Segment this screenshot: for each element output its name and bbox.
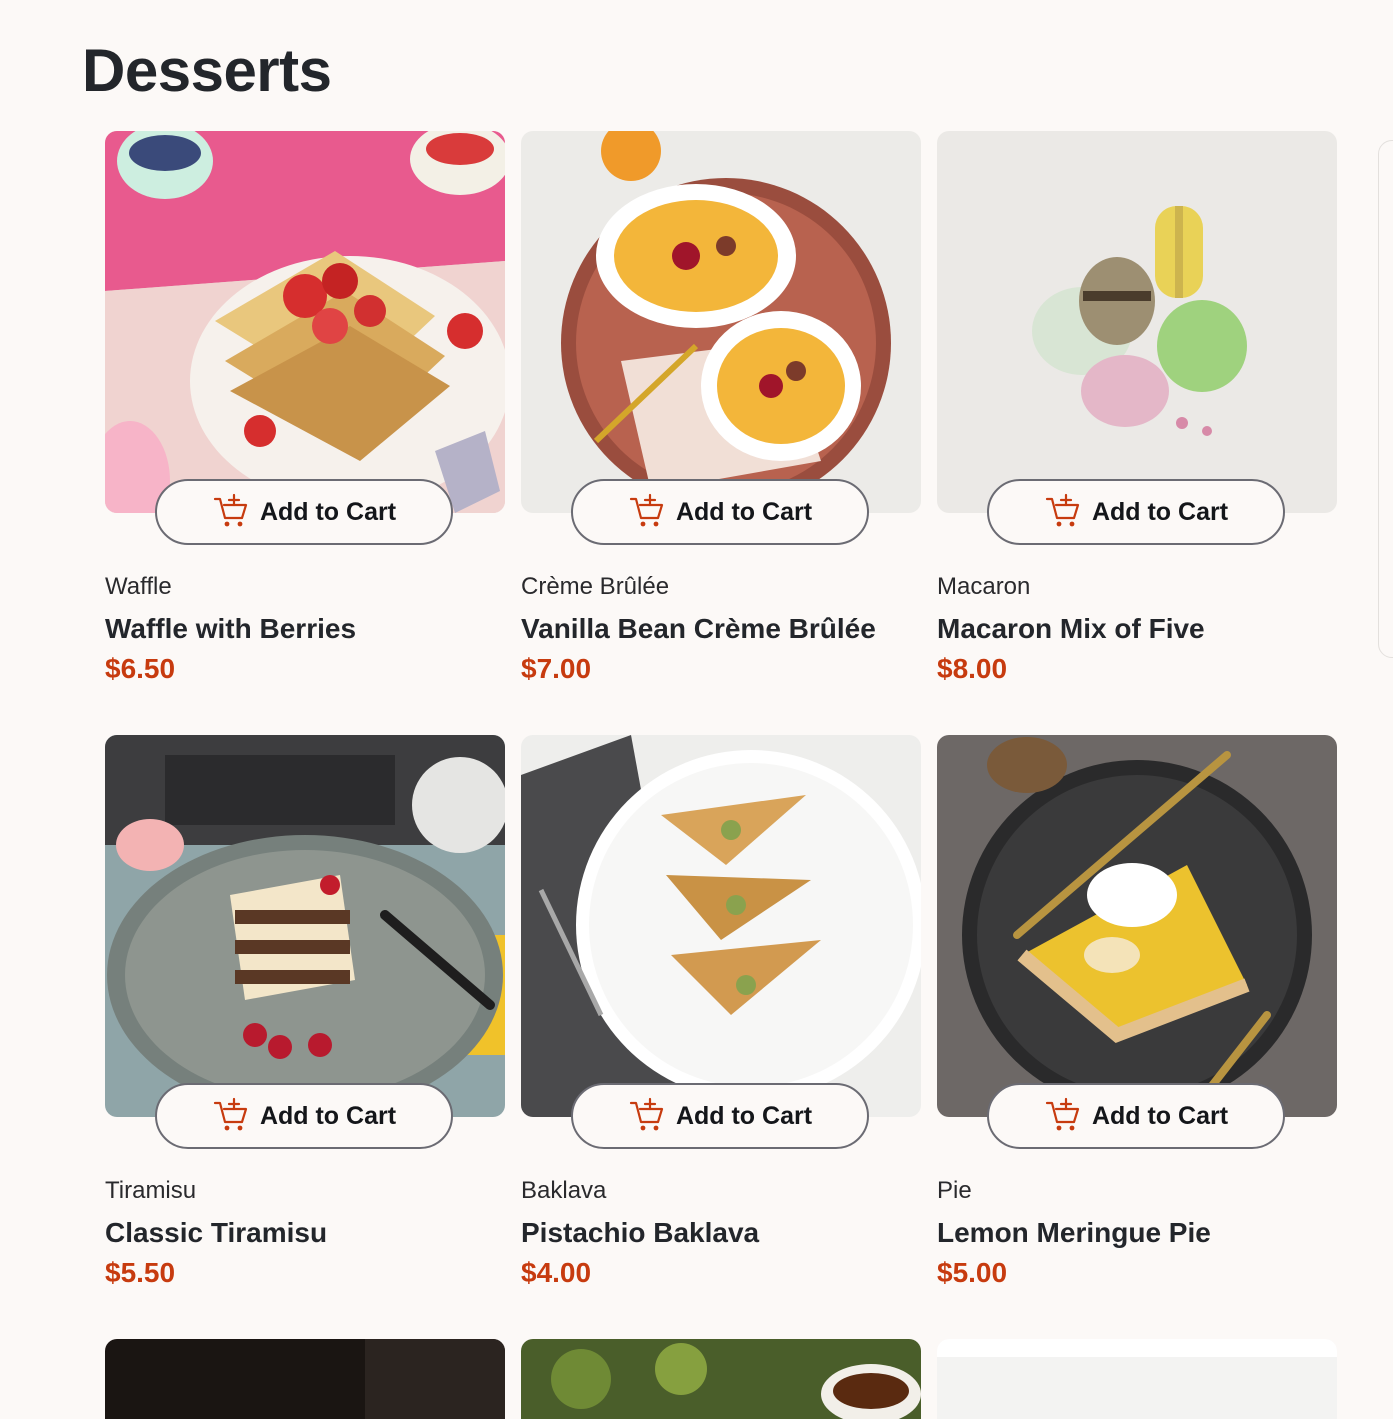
product-image-waffle[interactable] bbox=[105, 131, 505, 513]
product-card-macaron: Add to Cart Macaron Macaron Mix of Five … bbox=[937, 131, 1337, 684]
product-card-baklava: Add to Cart Baklava Pistachio Baklava $4… bbox=[521, 735, 921, 1288]
add-to-cart-button[interactable]: Add to Cart bbox=[155, 479, 453, 545]
product-card-pie: Add to Cart Pie Lemon Meringue Pie $5.00 bbox=[937, 735, 1337, 1288]
product-image-partial[interactable] bbox=[937, 1339, 1337, 1419]
cart-plus-icon bbox=[1045, 1097, 1080, 1131]
product-price: $6.50 bbox=[105, 653, 176, 684]
add-to-cart-button[interactable]: Add to Cart bbox=[987, 1083, 1285, 1149]
product-image-tiramisu[interactable] bbox=[105, 735, 505, 1117]
product-price: $4.00 bbox=[521, 1257, 592, 1288]
cart-plus-icon bbox=[213, 493, 248, 527]
product-image-macaron[interactable] bbox=[937, 131, 1337, 513]
product-category: Baklava bbox=[521, 1177, 607, 1204]
product-image-partial[interactable] bbox=[105, 1339, 505, 1419]
product-category: Waffle bbox=[105, 573, 172, 600]
add-to-cart-label: Add to Cart bbox=[259, 497, 397, 526]
product-price: $5.00 bbox=[937, 1257, 1008, 1288]
product-name: Vanilla Bean Crème Brûlée bbox=[521, 613, 876, 644]
product-price: $5.50 bbox=[105, 1257, 176, 1288]
product-name: Macaron Mix of Five bbox=[937, 613, 1205, 644]
product-category: Macaron bbox=[937, 573, 1031, 600]
cart-panel-edge bbox=[1378, 140, 1393, 658]
add-to-cart-label: Add to Cart bbox=[1091, 497, 1229, 526]
add-to-cart-label: Add to Cart bbox=[1091, 1101, 1229, 1130]
product-category: Pie bbox=[937, 1177, 972, 1204]
add-to-cart-button[interactable]: Add to Cart bbox=[571, 479, 869, 545]
cart-plus-icon bbox=[629, 493, 664, 527]
product-image-pie[interactable] bbox=[937, 735, 1337, 1117]
product-name: Pistachio Baklava bbox=[521, 1217, 760, 1248]
cart-plus-icon bbox=[629, 1097, 664, 1131]
add-to-cart-button[interactable]: Add to Cart bbox=[987, 479, 1285, 545]
product-card-tiramisu: Add to Cart Tiramisu Classic Tiramisu $5… bbox=[105, 735, 505, 1288]
product-name: Waffle with Berries bbox=[105, 613, 357, 644]
add-to-cart-label: Add to Cart bbox=[675, 497, 813, 526]
product-name: Classic Tiramisu bbox=[105, 1217, 328, 1248]
add-to-cart-button[interactable]: Add to Cart bbox=[571, 1083, 869, 1149]
cart-plus-icon bbox=[1045, 493, 1080, 527]
product-card-waffle: Add to Cart Waffle Waffle with Berries $… bbox=[105, 131, 505, 684]
product-name: Lemon Meringue Pie bbox=[937, 1217, 1211, 1248]
product-image-creme-brulee[interactable] bbox=[521, 131, 921, 513]
product-card-creme-brulee: Add to Cart Crème Brûlée Vanilla Bean Cr… bbox=[521, 131, 921, 684]
cart-plus-icon bbox=[213, 1097, 248, 1131]
product-category: Tiramisu bbox=[105, 1177, 197, 1204]
product-category: Crème Brûlée bbox=[521, 573, 670, 600]
product-price: $8.00 bbox=[937, 653, 1008, 684]
page-title: Desserts bbox=[82, 37, 332, 104]
product-image-partial[interactable] bbox=[521, 1339, 921, 1419]
add-to-cart-label: Add to Cart bbox=[675, 1101, 813, 1130]
add-to-cart-button[interactable]: Add to Cart bbox=[155, 1083, 453, 1149]
product-image-baklava[interactable] bbox=[521, 735, 921, 1117]
add-to-cart-label: Add to Cart bbox=[259, 1101, 397, 1130]
product-price: $7.00 bbox=[521, 653, 592, 684]
